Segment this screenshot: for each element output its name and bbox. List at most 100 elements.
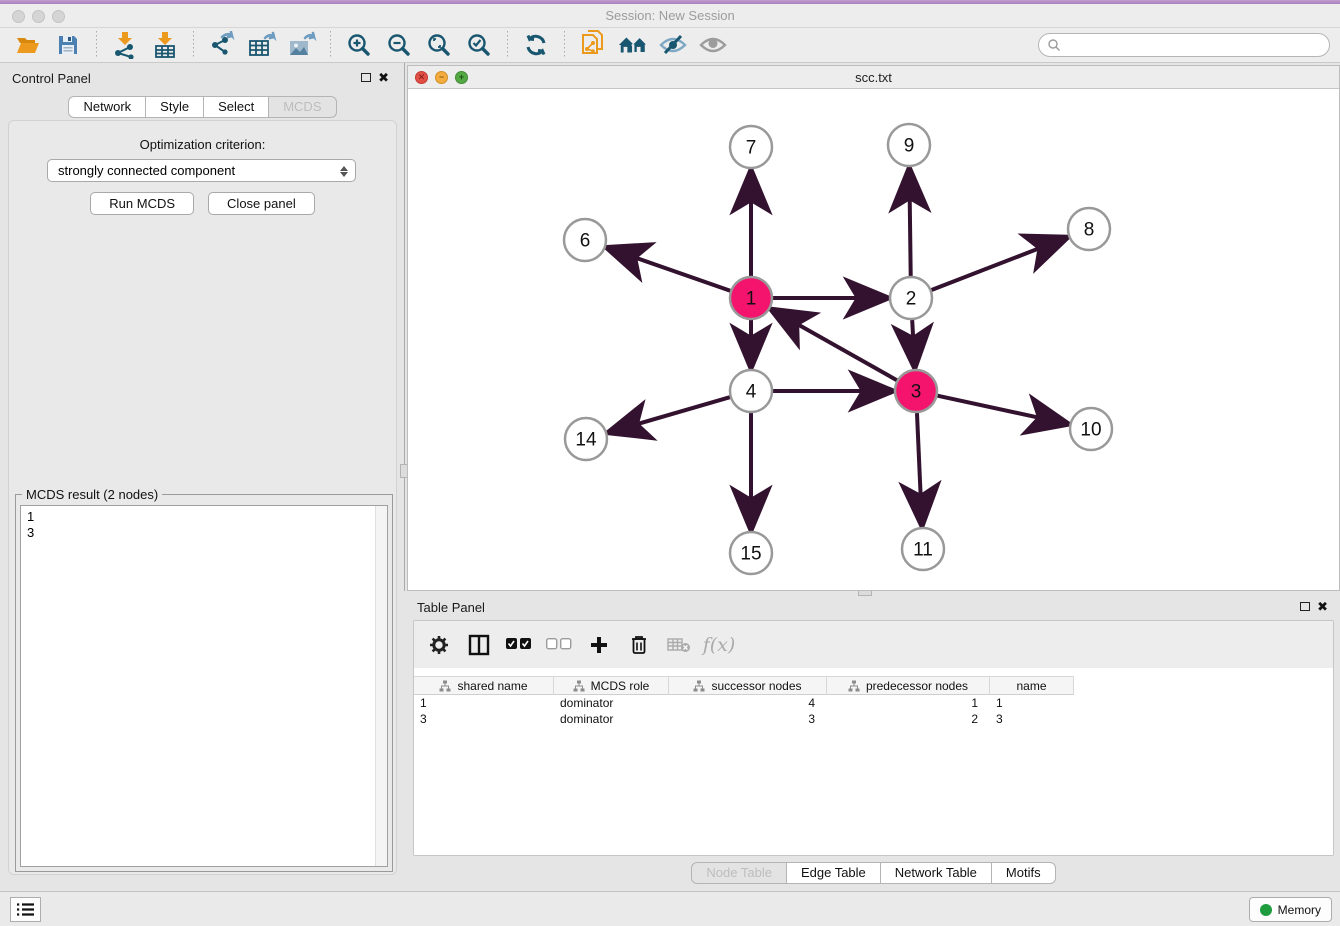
graph-node-7[interactable]: 7	[730, 126, 772, 168]
toolbar-separator	[507, 31, 508, 59]
graph-node-3[interactable]: 3	[895, 370, 937, 412]
show-columns-button[interactable]	[466, 632, 492, 658]
cell-predecessor-nodes[interactable]: 2	[827, 711, 990, 727]
graph-edge-2-9[interactable]	[909, 170, 910, 276]
float-panel-icon[interactable]	[1300, 602, 1310, 611]
control-panel-header: Control Panel ✖	[2, 65, 403, 91]
close-panel-icon[interactable]: ✖	[1317, 599, 1328, 615]
plus-icon	[589, 635, 609, 655]
toolbar-separator	[330, 31, 331, 59]
select-all-button[interactable]	[506, 632, 532, 658]
new-network-from-selection-button[interactable]	[577, 30, 609, 60]
zoom-fit-icon	[426, 32, 452, 58]
cell-MCDS-role[interactable]: dominator	[554, 711, 669, 727]
cell-successor-nodes[interactable]: 3	[669, 711, 827, 727]
zoom-selected-button[interactable]	[463, 30, 495, 60]
cell-predecessor-nodes[interactable]: 1	[827, 695, 990, 711]
delete-columns-button[interactable]	[626, 632, 652, 658]
control-panel: Control Panel ✖ NetworkStyleSelectMCDS O…	[2, 65, 403, 878]
memory-button[interactable]: Memory	[1249, 897, 1332, 922]
run-mcds-button[interactable]: Run MCDS	[90, 192, 194, 215]
function-builder-button[interactable]: f(x)	[706, 632, 732, 658]
graph-edge-3-10[interactable]	[937, 396, 1066, 424]
table-panel-title: Table Panel	[417, 600, 485, 615]
memory-status-icon	[1260, 904, 1272, 916]
cell-MCDS-role[interactable]: dominator	[554, 695, 669, 711]
first-neighbors-button[interactable]	[617, 30, 649, 60]
refresh-arrows-icon	[523, 32, 549, 58]
graph-edge-3-1[interactable]	[773, 310, 897, 380]
import-network-button[interactable]	[109, 30, 141, 60]
column-header-MCDS-role[interactable]: MCDS role	[554, 676, 669, 695]
cell-successor-nodes[interactable]: 4	[669, 695, 827, 711]
graph-node-1[interactable]: 1	[730, 277, 772, 319]
export-image-button[interactable]	[286, 30, 318, 60]
table-row[interactable]: 1dominator411	[414, 695, 1333, 711]
graph-node-9[interactable]: 9	[888, 124, 930, 166]
tab-motifs[interactable]: Motifs	[992, 862, 1056, 884]
column-header-predecessor-nodes[interactable]: predecessor nodes	[827, 676, 990, 695]
graph-node-10[interactable]: 10	[1070, 408, 1112, 450]
svg-text:11: 11	[913, 540, 933, 561]
graph-node-6[interactable]: 6	[564, 219, 606, 261]
cell-name[interactable]: 3	[990, 711, 1074, 727]
close-panel-button[interactable]: Close panel	[208, 192, 315, 215]
window-titlebar: Session: New Session	[0, 4, 1340, 28]
search-input[interactable]	[1061, 38, 1329, 52]
hide-selected-button[interactable]	[657, 30, 689, 60]
create-column-button[interactable]	[586, 632, 612, 658]
graph-edge-2-8[interactable]	[932, 238, 1066, 290]
export-table-button[interactable]	[246, 30, 278, 60]
tab-network-table[interactable]: Network Table	[881, 862, 992, 884]
column-header-shared-name[interactable]: shared name	[414, 676, 554, 695]
graph-edge-4-14[interactable]	[610, 397, 730, 432]
column-header-successor-nodes[interactable]: successor nodes	[669, 676, 827, 695]
graph-node-14[interactable]: 14	[565, 418, 607, 460]
tab-select[interactable]: Select	[204, 96, 269, 118]
tab-node-table[interactable]: Node Table	[691, 862, 787, 884]
window-title: Session: New Session	[0, 8, 1340, 23]
svg-text:8: 8	[1084, 220, 1095, 241]
show-all-button[interactable]	[697, 30, 729, 60]
import-table-button[interactable]	[149, 30, 181, 60]
table-mode-button[interactable]	[426, 632, 452, 658]
zoom-out-button[interactable]	[383, 30, 415, 60]
graph-node-11[interactable]: 11	[902, 528, 944, 570]
graph-edge-2-3[interactable]	[912, 320, 914, 366]
graph-node-8[interactable]: 8	[1068, 208, 1110, 250]
zoom-in-button[interactable]	[343, 30, 375, 60]
gear-icon	[429, 635, 449, 655]
apply-layout-button[interactable]	[520, 30, 552, 60]
tab-network[interactable]: Network	[68, 96, 146, 118]
tab-mcds[interactable]: MCDS	[269, 96, 336, 118]
search-box[interactable]	[1038, 33, 1330, 57]
network-canvas[interactable]: 7 9 6 8 1 2 4 3 14 10 15 11	[408, 89, 1339, 590]
delete-table-button[interactable]	[666, 632, 692, 658]
graph-edge-3-11[interactable]	[917, 413, 922, 524]
close-panel-icon[interactable]: ✖	[378, 70, 389, 86]
cell-shared-name[interactable]: 1	[414, 695, 554, 711]
tab-edge-table[interactable]: Edge Table	[787, 862, 881, 884]
graph-edge-1-6[interactable]	[609, 248, 731, 290]
mcds-result-text[interactable]: 1 3	[20, 505, 388, 867]
export-network-button[interactable]	[206, 30, 238, 60]
open-session-button[interactable]	[12, 30, 44, 60]
hierarchy-icon	[693, 680, 705, 692]
save-session-button[interactable]	[52, 30, 84, 60]
cell-shared-name[interactable]: 3	[414, 711, 554, 727]
task-history-button[interactable]	[10, 897, 41, 922]
optimization-criterion-select[interactable]: strongly connected component	[47, 159, 356, 182]
graph-node-4[interactable]: 4	[730, 370, 772, 412]
result-scrollbar[interactable]	[375, 506, 387, 866]
deselect-all-button[interactable]	[546, 632, 572, 658]
svg-text:1: 1	[746, 289, 757, 310]
float-panel-icon[interactable]	[361, 73, 371, 82]
graph-node-2[interactable]: 2	[890, 277, 932, 319]
unchecked-boxes-icon	[546, 638, 572, 651]
graph-node-15[interactable]: 15	[730, 532, 772, 574]
column-header-name[interactable]: name	[990, 676, 1074, 695]
tab-style[interactable]: Style	[146, 96, 204, 118]
zoom-fit-button[interactable]	[423, 30, 455, 60]
table-row[interactable]: 3dominator323	[414, 711, 1333, 727]
cell-name[interactable]: 1	[990, 695, 1074, 711]
